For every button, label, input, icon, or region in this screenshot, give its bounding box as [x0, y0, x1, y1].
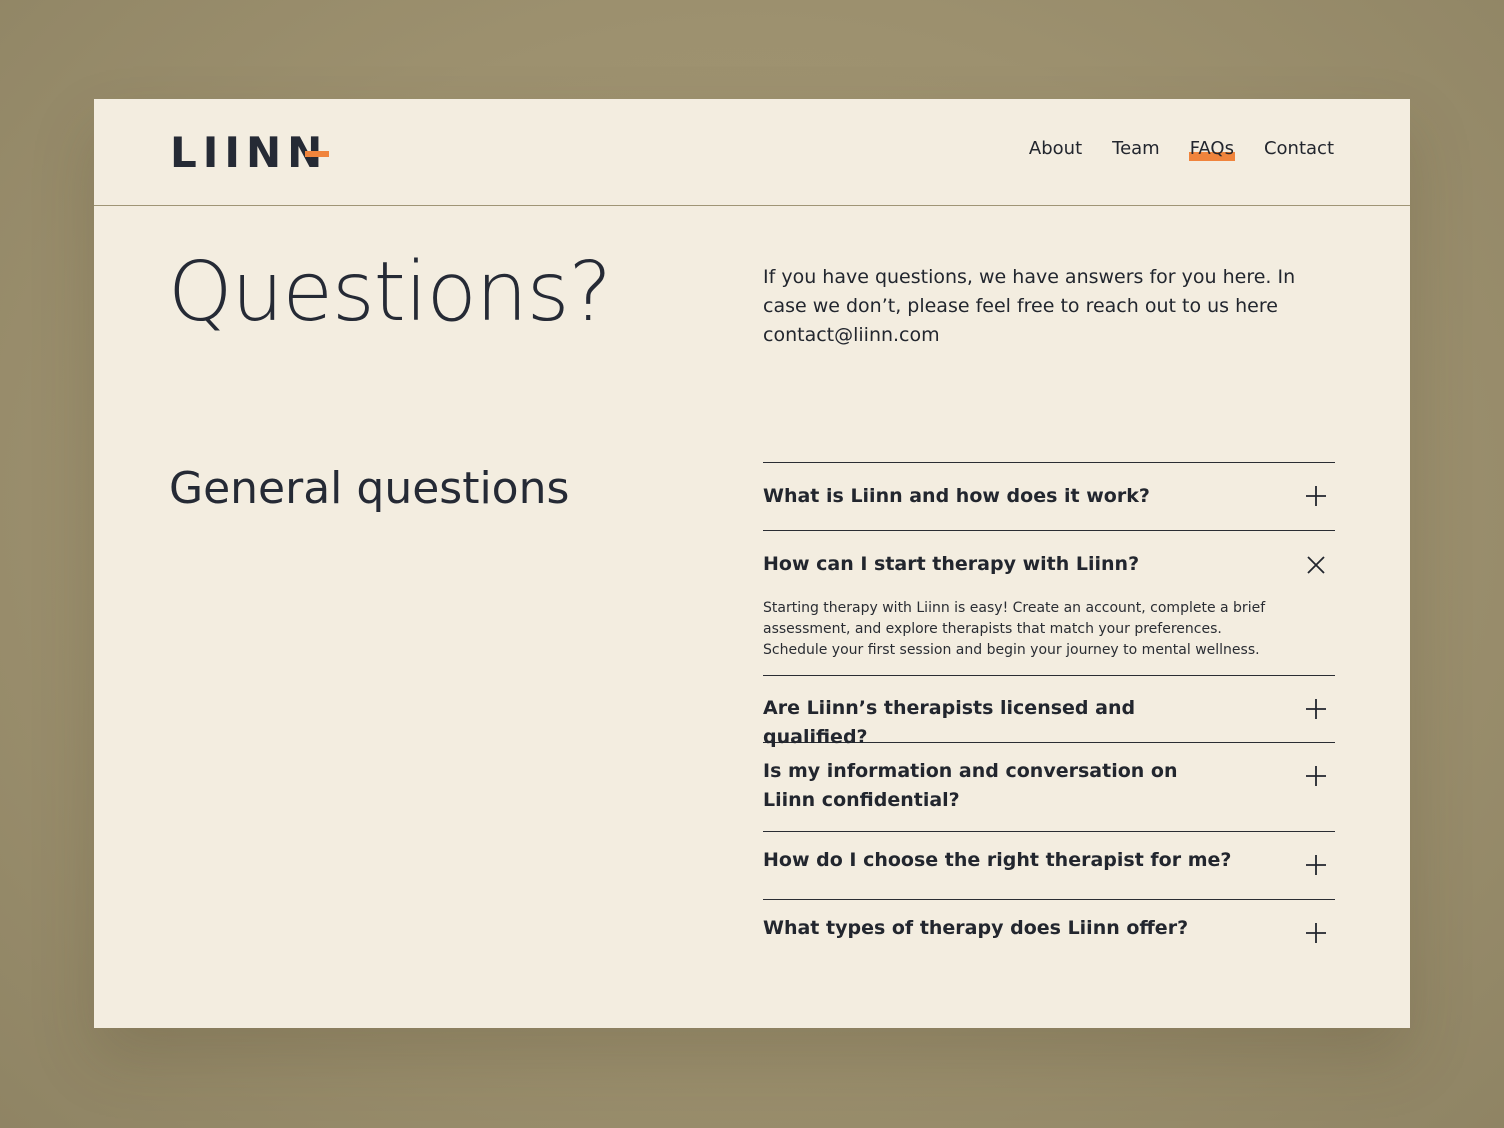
faq-item-expanded[interactable]: How can I start therapy with Liinn? Star…: [763, 531, 1335, 676]
faq-question[interactable]: How can I start therapy with Liinn?: [763, 550, 1229, 579]
faq-question[interactable]: How do I choose the right therapist for …: [763, 846, 1321, 875]
faq-answer: Starting therapy with Liinn is easy! Cre…: [763, 600, 1266, 658]
nav-team-label: Team: [1112, 138, 1160, 159]
faq-question[interactable]: What types of therapy does Liinn offer?: [763, 914, 1278, 943]
plus-icon[interactable]: [1305, 698, 1327, 720]
nav-team[interactable]: Team: [1112, 135, 1160, 163]
site-header: LIINN About Team FAQs Contact: [94, 99, 1410, 206]
faq-item[interactable]: Are Liinn’s therapists licensed and qual…: [763, 676, 1335, 748]
plus-icon[interactable]: [1305, 485, 1327, 507]
plus-icon[interactable]: [1305, 854, 1327, 876]
logo-accent-dash: [305, 151, 329, 157]
faq-list: What is Liinn and how does it work? How …: [763, 462, 1335, 968]
nav-faqs-label: FAQs: [1189, 138, 1234, 159]
faq-item[interactable]: What is Liinn and how does it work?: [763, 463, 1335, 531]
faq-item[interactable]: How do I choose the right therapist for …: [763, 832, 1335, 900]
hero-description: If you have questions, we have answers f…: [763, 266, 1296, 346]
nav-about-label: About: [1028, 138, 1083, 159]
faq-item[interactable]: Is my information and conversation on Li…: [763, 743, 1335, 832]
main-nav: About Team FAQs Contact: [1029, 135, 1334, 163]
nav-faqs[interactable]: FAQs: [1188, 135, 1235, 163]
faq-item[interactable]: What types of therapy does Liinn offer?: [763, 900, 1335, 968]
nav-contact[interactable]: Contact: [1264, 135, 1334, 163]
plus-icon[interactable]: [1305, 765, 1327, 787]
nav-contact-label: Contact: [1263, 138, 1334, 159]
section-title: General questions: [169, 463, 570, 514]
plus-icon[interactable]: [1305, 922, 1327, 944]
page-title: Questions?: [168, 245, 612, 340]
page-card: LIINN About Team FAQs Contact Questions?…: [94, 99, 1410, 1028]
close-icon[interactable]: [1305, 554, 1327, 576]
nav-about[interactable]: About: [1029, 135, 1082, 163]
faq-question[interactable]: Is my information and conversation on Li…: [763, 757, 1223, 815]
faq-question[interactable]: What is Liinn and how does it work?: [763, 482, 1240, 511]
